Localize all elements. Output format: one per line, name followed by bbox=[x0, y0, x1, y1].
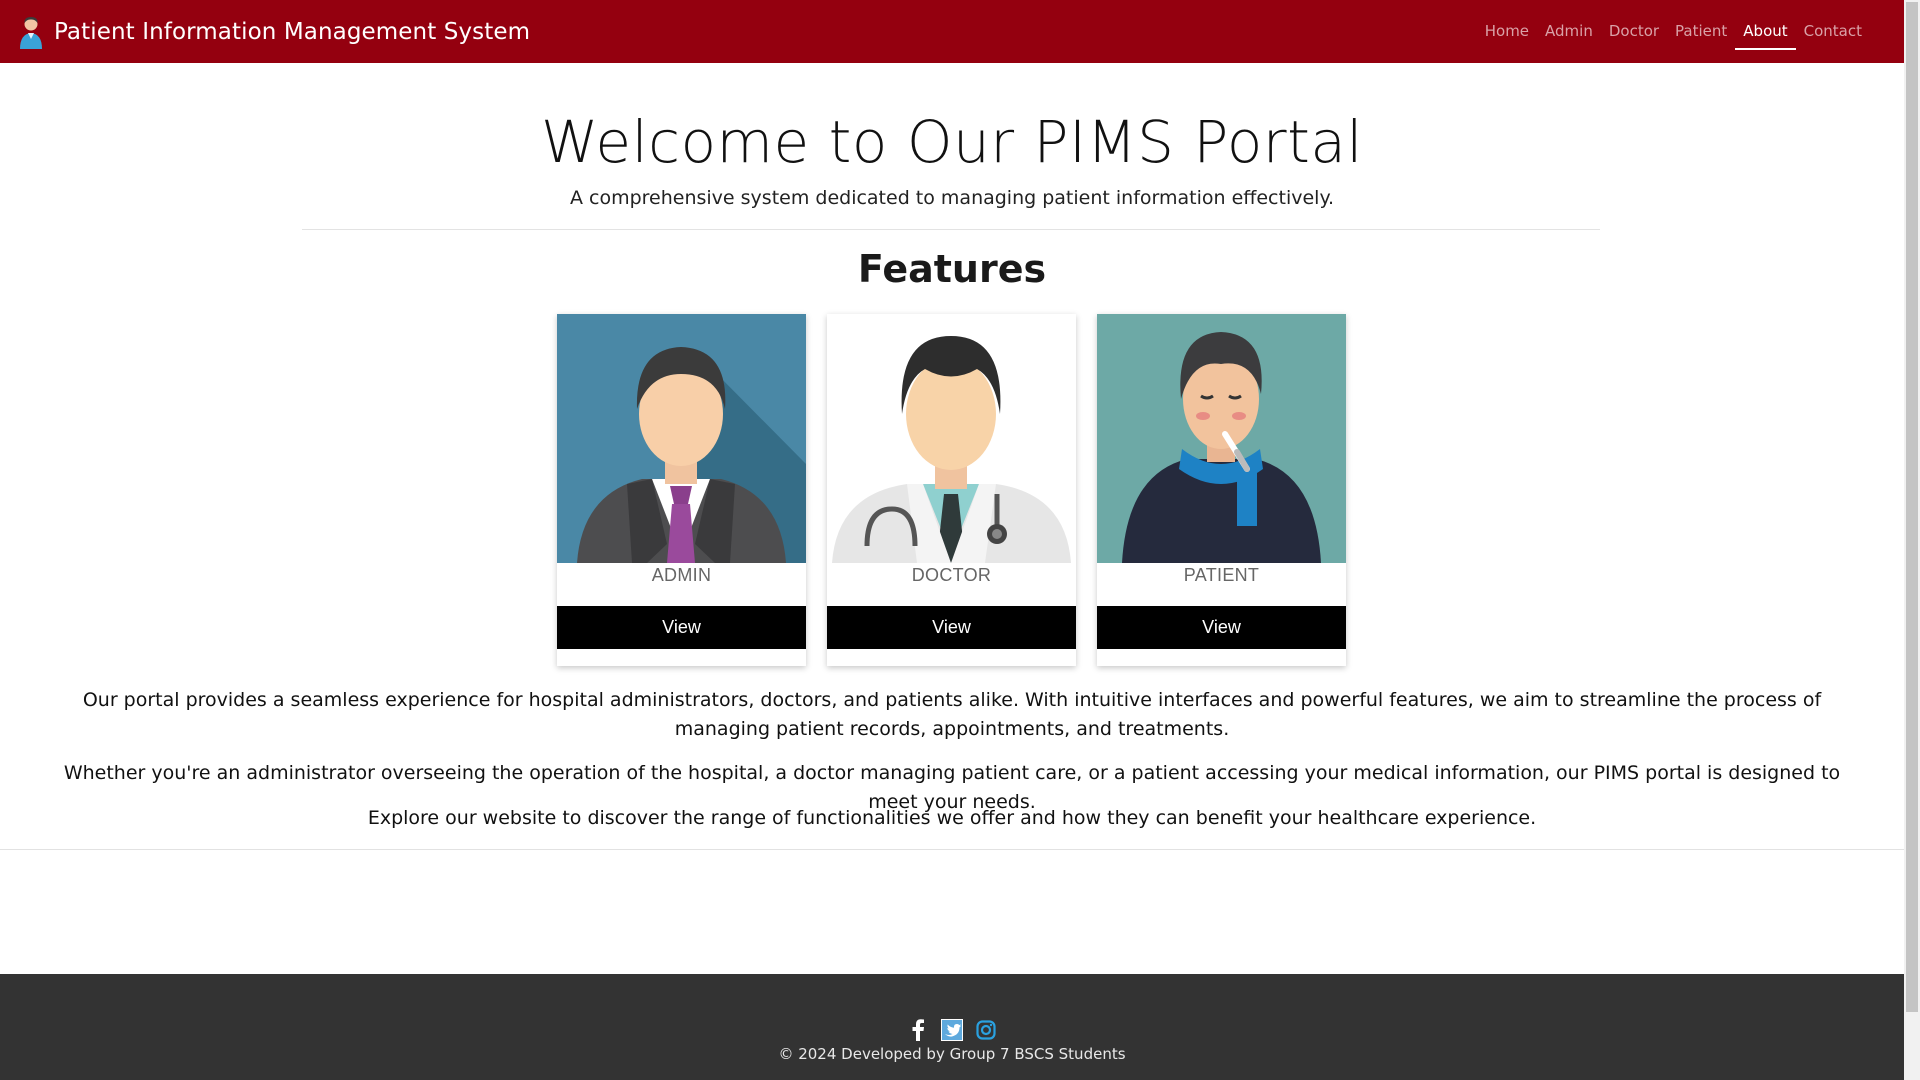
admin-illustration bbox=[557, 314, 806, 563]
nav-doctor[interactable]: Doctor bbox=[1601, 0, 1667, 63]
footer: © 2024 Developed by Group 7 BSCS Student… bbox=[0, 974, 1904, 1080]
main-nav: Home Admin Doctor Patient About Contact bbox=[1477, 0, 1870, 63]
nav-contact[interactable]: Contact bbox=[1796, 0, 1870, 63]
divider bbox=[0, 849, 1904, 850]
nav-admin[interactable]: Admin bbox=[1537, 0, 1601, 63]
admin-card: ADMIN View bbox=[557, 314, 806, 666]
nav-about[interactable]: About bbox=[1735, 0, 1797, 63]
doctor-card: DOCTOR View bbox=[827, 314, 1076, 666]
patient-label: PATIENT bbox=[1183, 565, 1260, 585]
about-paragraph-3: Explore our website to discover the rang… bbox=[367, 807, 1537, 829]
doctor-illustration bbox=[827, 314, 1076, 563]
page-subtitle: A comprehensive system dedicated to mana… bbox=[569, 187, 1335, 209]
brand[interactable]: Patient Information Management System bbox=[18, 15, 530, 49]
twitter-icon[interactable] bbox=[941, 1019, 963, 1041]
feature-cards: ADMIN View DOCTOR View PATIENT View bbox=[557, 314, 1349, 666]
copyright-text: © 2024 Developed by Group 7 BSCS Student… bbox=[778, 1045, 1126, 1063]
brand-title: Patient Information Management System bbox=[54, 18, 531, 45]
facebook-icon[interactable] bbox=[907, 1019, 929, 1041]
patient-illustration bbox=[1097, 314, 1346, 563]
admin-view-button[interactable]: View bbox=[557, 606, 806, 649]
features-heading: Features bbox=[857, 247, 1047, 291]
page-title: Welcome to Our PIMS Portal bbox=[540, 108, 1364, 176]
navbar: Patient Information Management System Ho… bbox=[0, 0, 1904, 63]
page-scrollbar[interactable] bbox=[1904, 0, 1920, 1080]
doctor-view-button[interactable]: View bbox=[827, 606, 1076, 649]
nav-patient[interactable]: Patient bbox=[1667, 0, 1735, 63]
instagram-icon[interactable] bbox=[975, 1019, 997, 1041]
doctor-label: DOCTOR bbox=[911, 565, 992, 585]
divider bbox=[302, 229, 1600, 230]
social-links bbox=[0, 1019, 1904, 1041]
about-paragraph-1: Our portal provides a seamless experienc… bbox=[82, 689, 1822, 740]
patient-view-button[interactable]: View bbox=[1097, 606, 1346, 649]
doctor-avatar-icon bbox=[18, 15, 44, 49]
admin-label: ADMIN bbox=[651, 565, 712, 585]
scrollbar-thumb[interactable] bbox=[1906, 2, 1918, 1012]
nav-home[interactable]: Home bbox=[1477, 0, 1537, 63]
patient-card: PATIENT View bbox=[1097, 314, 1346, 666]
page: Patient Information Management System Ho… bbox=[0, 0, 1904, 1080]
